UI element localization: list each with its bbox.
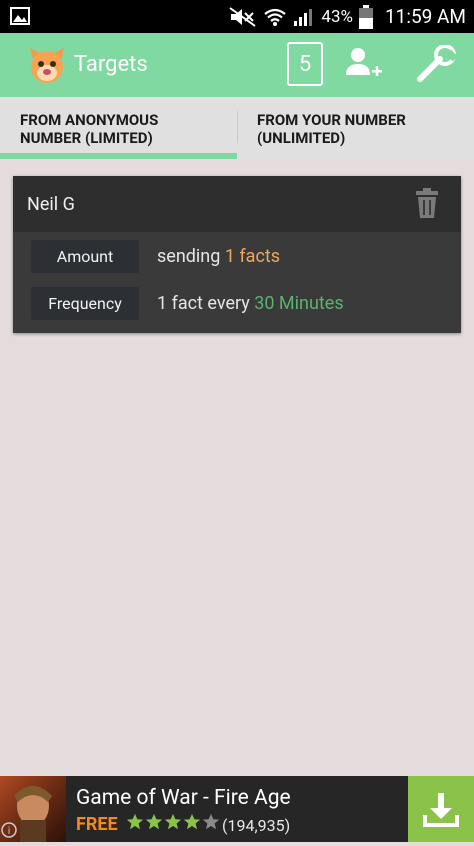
ad-rating-stars [126,813,220,831]
frequency-prefix: 1 fact every [157,292,250,314]
mute-icon [229,6,257,27]
ad-price: FREE [76,814,118,835]
status-bar: 43% 11:59 AM [0,0,474,33]
wifi-icon [264,8,287,26]
amount-row: Amount sending 1 facts [31,239,280,273]
frequency-button[interactable]: Frequency [31,286,139,320]
star-empty-icon [202,813,220,830]
tab-label-line1: FROM YOUR NUMBER [257,111,406,129]
target-card: Neil G Amount sending 1 facts Frequency … [13,176,461,333]
settings-wrench-icon[interactable] [414,45,458,85]
ad-banner[interactable]: i Game of War - Fire Age FREE (194,935) [0,776,474,842]
download-icon [423,793,459,827]
tab-label-line2: NUMBER (LIMITED) [20,129,153,147]
ad-rating-count: (194,935) [222,816,291,835]
trash-icon[interactable] [415,188,439,218]
targets-count-button[interactable]: 5 [287,42,323,86]
frequency-description: 1 fact every 30 Minutes [157,293,344,314]
star-full-icon [183,813,201,830]
ad-download-button[interactable] [408,776,474,842]
clock: 11:59 AM [384,5,466,28]
tab-label-line1: FROM ANONYMOUS [20,111,159,129]
frequency-row: Frequency 1 fact every 30 Minutes [31,286,344,320]
tab-bar: FROM ANONYMOUS NUMBER (LIMITED) FROM YOU… [0,97,474,159]
amount-prefix: sending [157,245,221,267]
signal-icon [294,8,313,26]
battery-percent: 43% [321,6,353,27]
gallery-notification-icon [10,7,30,25]
target-card-header: Neil G [13,176,461,232]
add-user-icon[interactable] [344,43,384,83]
tab-anonymous-number[interactable]: FROM ANONYMOUS NUMBER (LIMITED) [0,97,237,159]
selected-tab-indicator [0,153,237,159]
page-title: Targets [74,52,148,77]
status-icons: 43% 11:59 AM [229,0,466,33]
tab-label-line2: (UNLIMITED) [257,129,346,147]
amount-value: 1 facts [224,245,281,267]
ad-game-image: i [0,776,66,842]
battery-icon [358,4,373,29]
amount-description: sending 1 facts [157,246,280,267]
tab-your-number[interactable]: FROM YOUR NUMBER (UNLIMITED) [237,97,474,159]
amount-button[interactable]: Amount [31,239,139,273]
cat-logo-icon [30,48,64,83]
target-name: Neil G [27,193,75,215]
star-full-icon [126,813,144,830]
ad-title: Game of War - Fire Age [76,786,291,810]
app-bar: Targets 5 [0,33,474,97]
star-full-icon [145,813,163,830]
svg-text:i: i [8,826,11,837]
frequency-value: 30 Minutes [254,292,344,314]
star-full-icon [164,813,182,830]
